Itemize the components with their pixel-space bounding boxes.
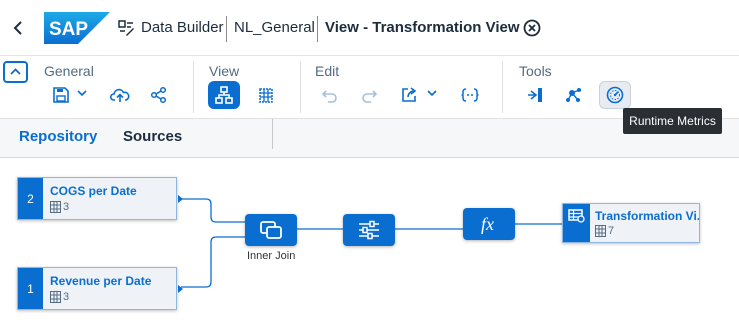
shell-bar: SAP Data Builder NL_General View - Trans… [0,0,739,56]
view-icon [568,209,585,223]
export-menu-caret[interactable] [426,86,438,100]
columns-icon [595,225,606,237]
runtime-metrics-tooltip: Runtime Metrics [623,108,722,134]
panel-divider [272,119,273,149]
data-builder-icon [117,19,135,37]
deploy-button[interactable] [107,82,133,108]
diagram-canvas[interactable]: 2 COGS per Date 3 1 Revenue per Date 3 I… [0,159,739,330]
node-title: Revenue per Date [50,274,152,288]
back-button[interactable] [9,17,29,39]
join-icon [260,221,282,239]
title-separator [317,16,318,42]
function-icon: fx [481,214,494,234]
chevron-down-icon [427,90,437,97]
chevron-down-icon [77,90,87,97]
collapse-toolbar-button[interactable] [3,61,28,83]
save-menu-caret[interactable] [76,86,88,100]
group-label-view: View [209,63,240,79]
node-column-count: 3 [50,291,69,303]
toolbar-divider [300,61,301,113]
share-icon [150,86,167,104]
group-label-general: General [44,63,94,79]
columns-icon [50,291,61,303]
join-operator[interactable] [245,214,297,246]
sql-button[interactable] [457,82,483,108]
source-node-cogs[interactable]: 2 COGS per Date 3 [17,177,183,220]
undo-button[interactable] [317,82,343,108]
gauge-icon [606,86,624,104]
grid-columns-icon [259,88,273,103]
hierarchy-icon [215,86,233,104]
app-name: Data Builder [141,19,224,36]
tab-sources[interactable]: Sources [123,128,182,145]
save-button[interactable] [48,82,74,108]
undo-icon [321,90,337,103]
redo-button[interactable] [356,82,382,108]
column-count-value: 3 [63,291,70,303]
output-port[interactable] [178,285,183,293]
projection-operator[interactable] [343,214,395,246]
node-column-count: 7 [595,225,614,237]
data-analyzer-button[interactable] [561,82,587,108]
code-braces-icon [461,88,479,102]
node-number: 1 [18,268,43,309]
column-count-value: 7 [608,225,615,237]
sliders-icon [359,220,379,240]
table-view-button[interactable] [253,82,279,108]
toolbar-divider [193,61,194,113]
node-number: 2 [18,178,43,219]
view-title: View - Transformation View [325,19,520,36]
save-icon [53,87,69,103]
source-node-revenue[interactable]: 1 Revenue per Date 3 [17,267,183,310]
redo-icon [362,90,378,103]
share-button[interactable] [146,82,172,108]
cloud-upload-icon [110,88,130,102]
space-name: NL_General [234,19,315,36]
column-count-value: 3 [63,201,70,213]
tab-repository[interactable]: Repository [19,128,97,145]
close-view-button[interactable] [522,18,542,38]
toolbar-divider [502,61,503,113]
svg-text:fx: fx [481,214,494,234]
runtime-metrics-button[interactable] [599,81,631,109]
node-column-count: 3 [50,201,69,213]
export-icon [402,87,417,102]
columns-icon [50,201,61,213]
export-button[interactable] [396,82,422,108]
node-title: Transformation Vi... [595,209,699,223]
output-port[interactable] [178,195,183,203]
group-label-edit: Edit [315,63,340,79]
calculated-column-operator[interactable]: fx [463,208,515,240]
node-title: COGS per Date [50,184,137,198]
impact-lineage-button[interactable] [522,82,548,108]
chevron-up-icon [10,68,21,75]
join-label: Inner Join [247,250,296,262]
node-icon-bar [563,204,590,242]
close-circle-icon [523,19,541,37]
svg-text:SAP: SAP [49,19,88,40]
output-node-transformation-view[interactable]: Transformation Vi... 7 [562,203,700,243]
network-icon [566,88,581,102]
sap-logo[interactable]: SAP [44,12,110,44]
group-label-tools: Tools [519,63,552,79]
title-separator [226,16,227,42]
diagram-view-button[interactable] [208,81,240,109]
chevron-left-icon [13,21,22,35]
lineage-icon [528,88,542,102]
